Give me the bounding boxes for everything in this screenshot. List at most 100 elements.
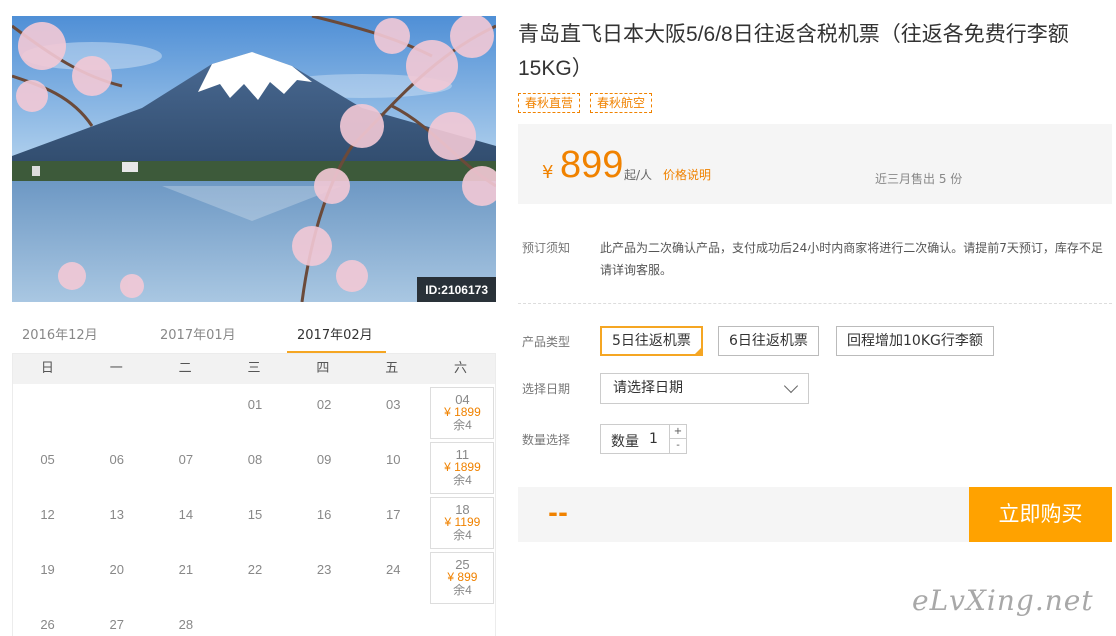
calendar-day: 28 [154, 607, 218, 636]
weekday-label: 日 [40, 361, 54, 376]
month-tab-2017-01[interactable]: 2017年01月 [160, 324, 236, 343]
day-number: 10 [386, 452, 401, 467]
quantity-prefix: 数量 [611, 434, 639, 450]
sales-count: 近三月售出 5 份 [875, 172, 963, 186]
date-label: 选择日期 [522, 382, 571, 396]
calendar-day: 17 [361, 497, 425, 549]
product-type-option-6day[interactable]: 6日往返机票 [718, 326, 819, 356]
day-number: 14 [178, 507, 194, 522]
price-explanation-link[interactable]: 价格说明 [663, 166, 711, 183]
tag-badge: 春秋航空 [590, 93, 653, 113]
day-number: 02 [316, 397, 332, 412]
product-type-option-extra-baggage[interactable]: 回程增加10KG行李额 [836, 326, 994, 356]
calendar-day-available[interactable]: 25 ¥ 899 余4 [430, 552, 495, 604]
calendar-day: 15 [223, 497, 287, 549]
calendar-day: 13 [85, 497, 149, 549]
product-type-option-5day[interactable]: 5日往返机票 [600, 326, 703, 356]
day-number: 17 [386, 507, 401, 522]
calendar-day: 14 [154, 497, 218, 549]
month-tab-2017-02[interactable]: 2017年02月 [297, 324, 373, 343]
calendar-day: 26 [16, 607, 80, 636]
calendar-day: 03 [361, 387, 425, 439]
total-price: -- [548, 499, 568, 527]
month-tab-2016-12[interactable]: 2016年12月 [22, 324, 98, 343]
day-stock: 余4 [453, 473, 472, 487]
day-number: 03 [386, 397, 401, 412]
day-number: 22 [247, 562, 263, 577]
day-number: 15 [247, 507, 263, 522]
calendar-day: 19 [16, 552, 80, 604]
price-unit: 起/人 [624, 168, 653, 182]
day-number: 08 [247, 452, 263, 467]
product-tags: 春秋直营 春秋航空 [518, 93, 653, 113]
stepper-controls: + - [669, 425, 686, 453]
price-amount: 899 [560, 144, 624, 186]
day-number: 27 [109, 617, 124, 632]
weekday-label: 六 [454, 361, 468, 376]
date-select[interactable]: 请选择日期 [600, 373, 809, 404]
day-number: 21 [178, 562, 194, 577]
weekday-label: 一 [109, 361, 123, 376]
day-number: 12 [40, 507, 55, 522]
day-number: 28 [178, 617, 194, 632]
date-select-value: 请选择日期 [613, 380, 683, 396]
calendar-day: 01 [223, 387, 287, 439]
day-number: 05 [40, 452, 55, 467]
quantity-label: 数量选择 [522, 433, 571, 447]
calendar-day: 05 [16, 442, 80, 494]
calendar-day-available[interactable]: 04 ¥ 1899 余4 [430, 387, 495, 439]
weekday-header: 日 一 二 三 四 五 六 [13, 354, 495, 384]
day-number: 24 [386, 562, 401, 577]
purchase-bar: -- 立即购买 [518, 487, 1112, 542]
day-number: 26 [40, 617, 55, 632]
product-type-label: 产品类型 [522, 335, 571, 349]
weekday-label: 五 [385, 361, 399, 376]
date-calendar: 日 一 二 三 四 五 六 01 02 03 04 ¥ 1899 余4 05 06 07 08 09… [12, 353, 496, 636]
calendar-day: 08 [223, 442, 287, 494]
product-photo: ID:2106173 [12, 16, 496, 302]
booking-notice-text: 此产品为二次确认产品，支付成功后24小时内商家将进行二次确认。请提前7天预订，库… [600, 241, 1103, 277]
site-watermark: eLvXing.net [912, 584, 1094, 617]
calendar-day: 24 [361, 552, 425, 604]
month-tabs: 2016年12月 2017年01月 2017年02月 [12, 316, 496, 354]
weekday-label: 二 [178, 361, 192, 376]
day-number: 16 [316, 507, 332, 522]
day-number: 13 [109, 507, 124, 522]
price-panel: ¥ 899 起/人 价格说明 近三月售出 5 份 [518, 124, 1112, 204]
day-stock: 余4 [453, 418, 472, 432]
calendar-day: 23 [292, 552, 356, 604]
calendar-day: 20 [85, 552, 149, 604]
weekday-label: 四 [316, 361, 330, 376]
quantity-decrement-button[interactable]: - [670, 439, 686, 453]
calendar-day-available[interactable]: 18 ¥ 1199 余4 [430, 497, 495, 549]
day-number: 23 [316, 562, 332, 577]
calendar-day: 09 [292, 442, 356, 494]
currency-symbol: ¥ [542, 162, 554, 183]
tag-badge: 春秋直营 [518, 93, 581, 113]
photo-id-badge: ID:2106173 [417, 277, 496, 302]
quantity-value[interactable]: 1 [649, 431, 658, 447]
buy-now-button[interactable]: 立即购买 [969, 487, 1112, 542]
calendar-day: 07 [154, 442, 218, 494]
quantity-stepper: 数量 1 + - [600, 424, 687, 454]
calendar-day: 02 [292, 387, 356, 439]
day-number: 06 [109, 452, 124, 467]
calendar-day: 16 [292, 497, 356, 549]
calendar-day: 12 [16, 497, 80, 549]
calendar-day: 10 [361, 442, 425, 494]
calendar-day: 06 [85, 442, 149, 494]
quantity-increment-button[interactable]: + [670, 425, 686, 439]
product-title: 青岛直飞日本大阪5/6/8日往返含税机票（往返各免费行李额15KG） [518, 23, 1069, 80]
calendar-day: 21 [154, 552, 218, 604]
calendar-day: 22 [223, 552, 287, 604]
day-number: 09 [316, 452, 332, 467]
day-stock: 余4 [453, 583, 472, 597]
calendar-day-available[interactable]: 11 ¥ 1899 余4 [430, 442, 495, 494]
chevron-down-icon [783, 378, 799, 394]
day-number: 19 [40, 562, 55, 577]
calendar-day: 27 [85, 607, 149, 636]
booking-notice-label: 预订须知 [522, 241, 571, 255]
divider [518, 303, 1112, 304]
day-stock: 余4 [453, 528, 472, 542]
day-number: 07 [178, 452, 194, 467]
